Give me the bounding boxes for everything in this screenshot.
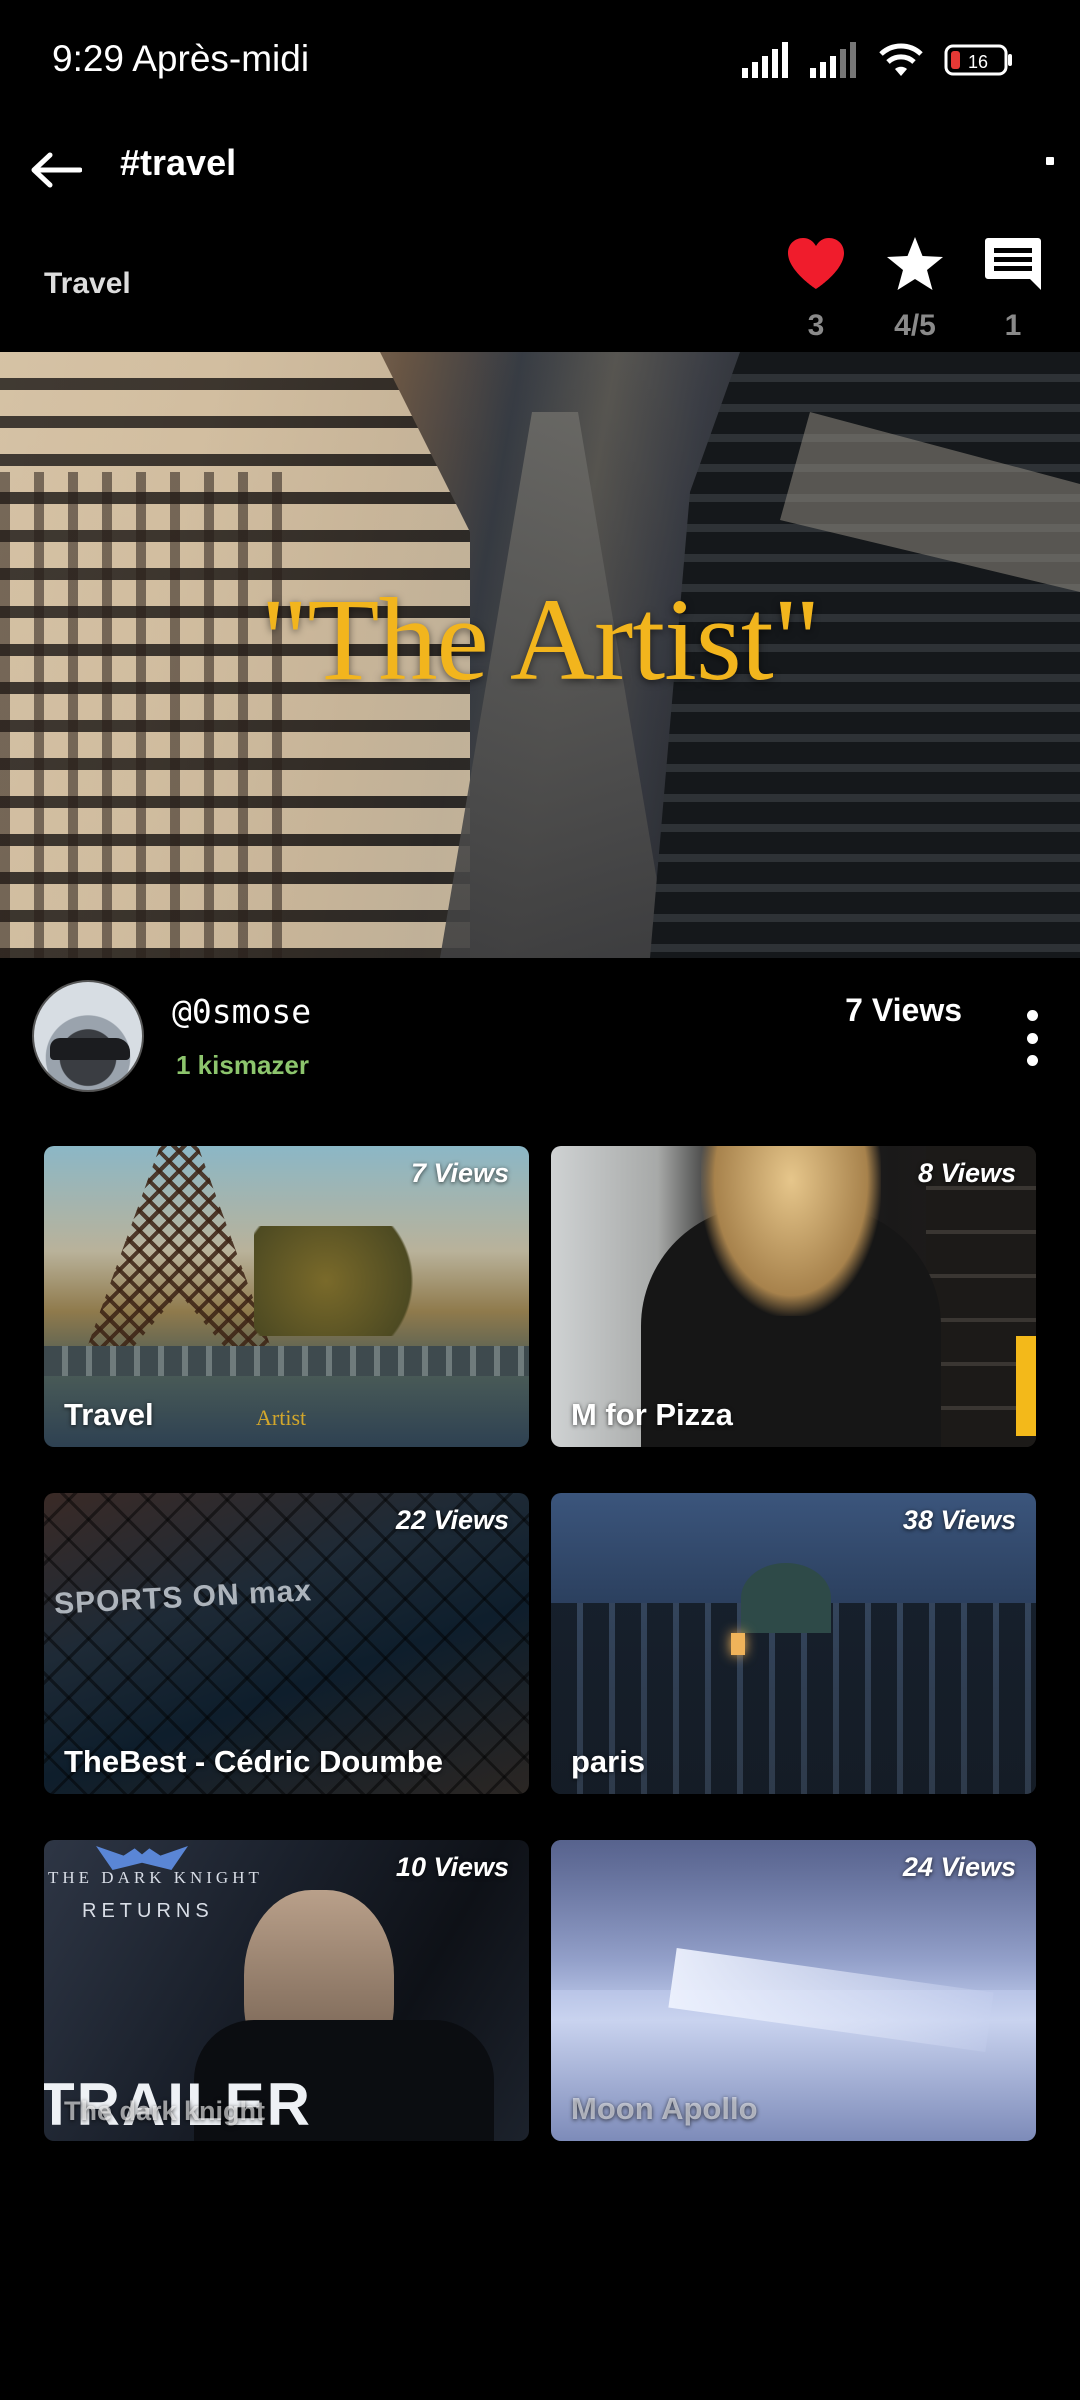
related-videos-grid: Artist 7 Views Travel 8 Views M for Pizz… (44, 1146, 1036, 2141)
video-views: 8 Views (917, 1158, 1016, 1188)
arrow-left-icon (31, 152, 82, 188)
video-title: Travel (64, 1397, 154, 1432)
video-title-overlay: "The Artist" (260, 574, 821, 705)
author-row: @0smose 1 kismazer 7 Views (0, 958, 1080, 1108)
signal-icon (742, 42, 788, 78)
comment-count: 1 (1004, 309, 1022, 342)
category-label: Travel (44, 267, 131, 300)
view-count: 7 Views (845, 992, 962, 1028)
thumbnail-dome (741, 1563, 831, 1633)
heart-icon (785, 233, 847, 295)
thumbnail-overlay-text: SPORTS ON max (53, 1574, 313, 1621)
thumbnail-hair (701, 1146, 881, 1316)
video-title: TheBest - Cédric Doumbe (64, 1744, 443, 1779)
video-title: The dark knight (64, 2096, 266, 2126)
author-name[interactable]: @0smose (172, 992, 311, 1031)
bat-logo-icon (96, 1846, 188, 1870)
like-count: 3 (807, 309, 825, 342)
comment-button[interactable]: 1 (968, 233, 1058, 343)
thumbnail-bridge (44, 1346, 529, 1376)
eiffel-tower-thumbnail (84, 1146, 274, 1356)
back-button[interactable] (26, 140, 86, 200)
author-subtitle: 1 kismazer (176, 1050, 309, 1080)
battery-level: 16 (968, 52, 988, 72)
video-card[interactable]: SPORTS ON max 22 Views TheBest - Cédric … (44, 1493, 529, 1794)
more-dot (1026, 1055, 1038, 1066)
video-title: M for Pizza (571, 1397, 733, 1432)
video-views: 38 Views (902, 1505, 1016, 1535)
video-card[interactable]: 24 Views Moon Apollo (551, 1840, 1036, 2141)
video-card[interactable]: 38 Views paris (551, 1493, 1036, 1794)
video-views: 24 Views (902, 1852, 1016, 1882)
thumbnail-overlay-mid: RETURNS (82, 1900, 214, 1922)
page-title: #travel (120, 142, 237, 183)
video-player[interactable]: "The Artist" (0, 352, 1080, 958)
thumbnail-overlay-top: THE DARK KNIGHT (48, 1868, 263, 1887)
star-icon (884, 233, 946, 295)
signal-icon-2 (810, 42, 856, 78)
more-options-button[interactable] (1020, 1010, 1044, 1066)
wifi-icon (879, 43, 923, 76)
status-time: 9:29 Après-midi (52, 38, 310, 79)
video-card[interactable]: Artist 7 Views Travel (44, 1146, 529, 1447)
video-title: Moon Apollo (571, 2091, 758, 2126)
hero-building-left-windows (0, 472, 300, 958)
video-views: 22 Views (395, 1505, 509, 1535)
comment-icon (982, 233, 1044, 295)
video-views: 7 Views (410, 1158, 509, 1188)
status-icons: 16 (740, 40, 1014, 80)
rating-value: 4/5 (894, 309, 936, 342)
rate-button[interactable]: 4/5 (870, 233, 960, 343)
app-header: #travel (0, 120, 1080, 220)
video-card[interactable]: THE DARK KNIGHT RETURNS TRAILER 10 Views… (44, 1840, 529, 2141)
thumbnail-trees (254, 1226, 434, 1336)
video-title: paris (571, 1744, 646, 1779)
status-bar: 9:29 Après-midi 16 (0, 0, 1080, 120)
avatar[interactable] (32, 980, 144, 1092)
thumbnail-light (731, 1633, 745, 1655)
thumbnail-overlay-text: Artist (256, 1405, 307, 1430)
battery-icon: 16 (944, 44, 1012, 76)
thumbnail-accent (1016, 1336, 1036, 1436)
overflow-dot[interactable] (1046, 157, 1054, 165)
more-dot (1026, 1032, 1038, 1044)
category-row: Travel 3 4/5 1 (0, 225, 1080, 350)
more-dot (1026, 1010, 1038, 1021)
video-views: 10 Views (395, 1852, 509, 1882)
video-card[interactable]: 8 Views M for Pizza (551, 1146, 1036, 1447)
like-button[interactable]: 3 (771, 233, 861, 343)
